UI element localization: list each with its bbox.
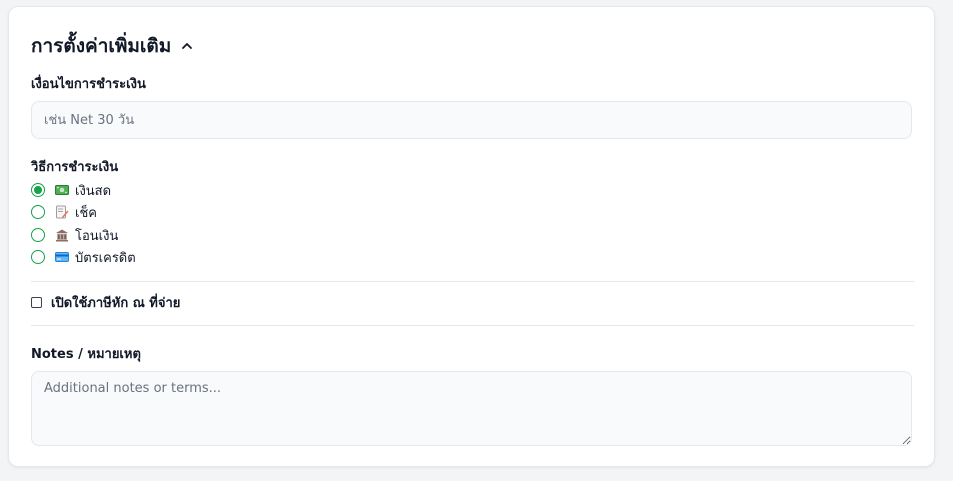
radio-button-checked[interactable]: [31, 183, 45, 197]
section-header[interactable]: การตั้งค่าเพิ่มเติม: [31, 31, 193, 61]
payment-method-option-transfer[interactable]: โอนเงิน: [31, 225, 118, 245]
notes-textarea[interactable]: [31, 371, 912, 446]
withholding-tax-label: เปิดใช้ภาษีหัก ณ ที่จ่าย: [51, 295, 181, 311]
memo-icon: [56, 205, 69, 219]
payment-method-label-transfer: โอนเงิน: [75, 228, 119, 244]
payment-method-label-cheque: เช็ค: [75, 205, 97, 221]
divider: [31, 281, 914, 282]
payment-method-label-cash: เงินสด: [75, 183, 112, 199]
radio-button[interactable]: [31, 250, 45, 264]
withholding-tax-checkbox[interactable]: [31, 296, 42, 308]
payment-method-label: วิธีการชำระเงิน: [31, 160, 119, 175]
cash-icon: [55, 185, 69, 195]
radio-button[interactable]: [31, 205, 45, 219]
payment-method-label-credit-card: บัตรเครดิต: [75, 250, 136, 266]
payment-terms-label: เงื่อนไขการชำระเงิน: [31, 77, 146, 92]
payment-method-option-cash[interactable]: เงินสด: [31, 180, 111, 200]
section-title: การตั้งค่าเพิ่มเติม: [31, 35, 172, 57]
payment-method-option-cheque[interactable]: เช็ค: [31, 202, 97, 222]
credit-card-icon: [55, 252, 69, 262]
radio-button[interactable]: [31, 228, 45, 242]
notes-label: Notes / หมายเหตุ: [31, 347, 141, 362]
chevron-up-icon: [182, 43, 193, 49]
divider: [31, 325, 914, 326]
bank-icon: [56, 229, 68, 242]
payment-method-option-credit-card[interactable]: บัตรเครดิต: [31, 247, 136, 267]
withholding-tax-toggle[interactable]: เปิดใช้ภาษีหัก ณ ที่จ่าย: [31, 292, 180, 312]
additional-settings-card: การตั้งค่าเพิ่มเติม เงื่อนไขการชำระเงิน …: [8, 6, 935, 467]
payment-terms-input[interactable]: [31, 101, 912, 139]
